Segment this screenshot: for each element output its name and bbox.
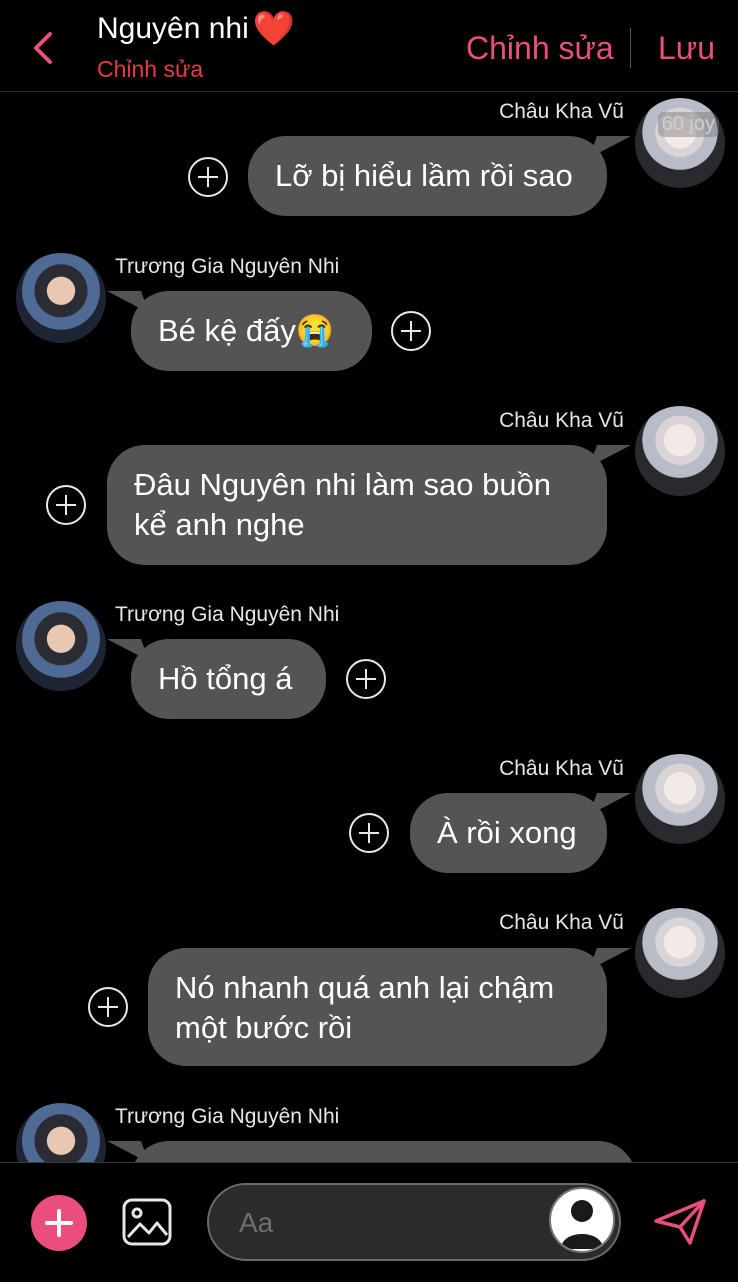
message-text: Bé kệ đấy😭 <box>158 313 335 348</box>
message-text: Hồ tổng á <box>158 661 293 696</box>
message-bubble[interactable]: Hồ tổng á <box>131 639 326 719</box>
sender-name: Trương Gia Nguyên Nhi <box>115 603 340 626</box>
message-input-wrap <box>207 1183 621 1261</box>
avatar[interactable] <box>16 1103 106 1162</box>
chat-subtitle[interactable]: Chỉnh sửa <box>97 56 295 83</box>
composer-bar <box>0 1162 738 1282</box>
avatar[interactable] <box>16 601 106 691</box>
avatar-badge: 60 joy <box>657 112 719 137</box>
message-bubble[interactable]: Đâu Nguyên nhi làm sao buồn kể anh nghe <box>107 445 607 565</box>
sender-name: Châu Kha Vũ <box>499 911 624 934</box>
image-icon <box>122 1198 172 1246</box>
image-button[interactable] <box>121 1197 173 1247</box>
sender-name: Trương Gia Nguyên Nhi <box>115 1105 340 1128</box>
sender-picker[interactable] <box>549 1187 615 1253</box>
chat-header: Nguyên nhi ❤️ Chỉnh sửa Chỉnh sửa Lưu <box>0 0 738 92</box>
avatar[interactable] <box>16 253 106 343</box>
message-bubble[interactable]: Bé kệ đấy😭 <box>131 291 372 371</box>
save-button[interactable]: Lưu <box>658 30 715 67</box>
message-text-line-1: Đâu Nguyên nhi làm sao buồn <box>134 467 552 502</box>
react-button[interactable] <box>88 987 128 1027</box>
message-bubble[interactable] <box>131 1141 636 1162</box>
sender-name: Châu Kha Vũ <box>499 100 624 123</box>
avatar[interactable]: 60 joy <box>635 98 725 188</box>
sender-name: Châu Kha Vũ <box>499 757 624 780</box>
chat-title[interactable]: Nguyên nhi ❤️ <box>97 12 295 46</box>
back-button[interactable] <box>26 28 62 68</box>
react-button[interactable] <box>46 485 86 525</box>
react-button[interactable] <box>349 813 389 853</box>
message-text-line-2: kể anh nghe <box>134 507 305 542</box>
message-bubble[interactable]: À rồi xong <box>410 793 607 873</box>
send-button[interactable] <box>652 1197 708 1247</box>
header-divider <box>630 28 631 68</box>
message-input[interactable] <box>237 1185 541 1261</box>
message-text-line-2: một bước rồi <box>175 1010 353 1045</box>
heart-emoji: ❤️ <box>252 10 296 48</box>
send-icon <box>654 1199 706 1245</box>
chat-title-text: Nguyên nhi <box>97 12 249 45</box>
person-icon <box>561 1200 603 1249</box>
message-list[interactable]: Châu Kha Vũ 60 joy Lỡ bị hiểu lầm rồi sa… <box>0 92 738 1162</box>
chevron-left-icon <box>34 32 52 64</box>
avatar[interactable] <box>635 908 725 998</box>
react-button[interactable] <box>188 157 228 197</box>
add-button[interactable] <box>31 1195 87 1251</box>
edit-button[interactable]: Chỉnh sửa <box>466 30 614 67</box>
message-text: À rồi xong <box>437 815 577 850</box>
avatar[interactable] <box>635 754 725 844</box>
sender-name: Trương Gia Nguyên Nhi <box>115 255 340 278</box>
message-bubble[interactable]: Nó nhanh quá anh lại chậm một bước rồi <box>148 948 607 1066</box>
title-area: Nguyên nhi ❤️ Chỉnh sửa <box>97 12 295 83</box>
react-button[interactable] <box>391 311 431 351</box>
message-text-line-1: Nó nhanh quá anh lại chậm <box>175 970 555 1005</box>
message-text: Lỡ bị hiểu lầm rồi sao <box>275 158 573 193</box>
avatar[interactable] <box>635 406 725 496</box>
message-bubble[interactable]: Lỡ bị hiểu lầm rồi sao <box>248 136 607 216</box>
sender-name: Châu Kha Vũ <box>499 409 624 432</box>
react-button[interactable] <box>346 659 386 699</box>
